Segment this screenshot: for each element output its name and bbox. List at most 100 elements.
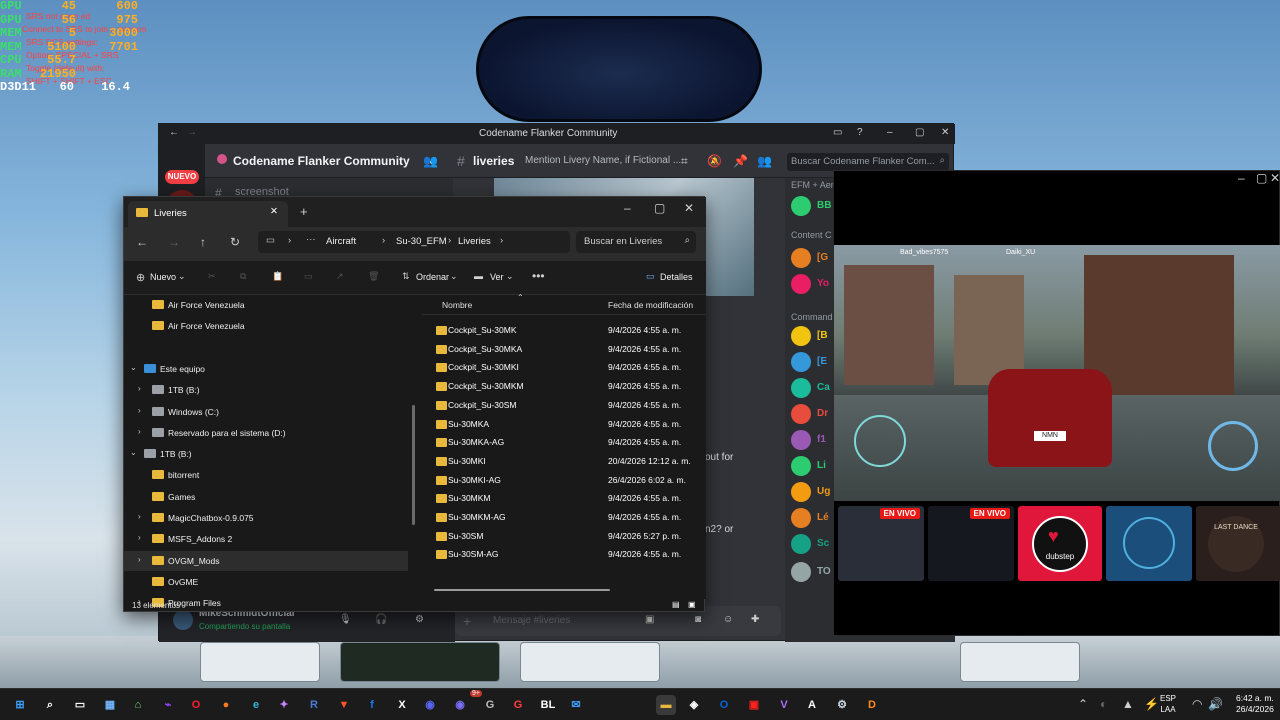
back-arrow-icon[interactable]: ← [136,235,148,249]
facebook-icon[interactable]: f [362,695,382,715]
search-input[interactable]: Buscar Codename Flanker Com... ⌕ [787,153,949,171]
bl-icon[interactable]: BL [538,695,558,715]
chevron-right-icon[interactable]: › [138,427,141,436]
nav-item[interactable]: › Windows (C:) [124,402,408,422]
vs-icon[interactable]: V [774,695,794,715]
chevron-down-icon[interactable]: ⌄ [130,448,137,457]
nav-scrollbar[interactable] [412,405,415,525]
chevron-down-icon[interactable]: ⌄ [130,363,137,372]
tray-icon[interactable]: ▲ [1122,697,1134,711]
minimize-icon[interactable]: – [887,127,893,138]
close-icon[interactable]: ✕ [1270,171,1280,185]
file-row[interactable]: Su-30MKI-AG 26/4/2026 6:02 a. m. [422,471,706,490]
discord-ptb-icon[interactable]: ◉ [450,695,470,715]
chevron-right-icon[interactable]: › [138,512,141,521]
wifi-icon[interactable]: ◠ [1192,697,1202,711]
file-row[interactable]: Su-30SM 9/4/2026 5:27 p. m. [422,527,706,546]
minimize-icon[interactable]: – [1238,171,1245,185]
sort-button[interactable]: Ordenar [416,272,449,282]
search-input[interactable]: Buscar en Liveries ⌕ [576,231,696,253]
file-row[interactable]: Su-30MKA-AG 9/4/2026 4:55 a. m. [422,433,706,452]
discord-icon[interactable]: ◉ [420,695,440,715]
stream-thumbnail-dubstep[interactable]: dubstep ♥ [1018,506,1102,581]
gx-icon[interactable]: G [508,695,528,715]
address-bar[interactable]: ▭ › ··· Aircraft › Su-30_EFM › Liveries … [258,231,570,253]
g-icon[interactable]: G [480,695,500,715]
maximize-icon[interactable]: ▢ [915,127,924,138]
opera-icon[interactable]: O [186,695,206,715]
nav-item[interactable]: Games [124,487,408,507]
member-list-icon[interactable]: 👥 [757,154,772,168]
clock[interactable]: 6:42 a. m. 26/4/2026 [1236,693,1274,715]
chevron-right-icon[interactable]: › [138,533,141,542]
breadcrumb-su30[interactable]: Su-30_EFM [396,236,447,247]
nav-item[interactable]: bitorrent [124,465,408,485]
copy-icon[interactable]: ⧉ [240,271,246,282]
apps-icon[interactable]: ✚ [751,614,759,625]
gift-icon[interactable]: ▣ [645,614,654,625]
horizontal-scrollbar[interactable] [434,589,610,591]
widgets-icon[interactable]: ▦ [100,695,120,715]
racing-game-video[interactable]: NMN Bad_vibes7575 Daiki_XU [834,245,1280,501]
details-button[interactable]: Detalles [660,272,693,282]
forward-arrow-icon[interactable]: → [187,127,197,138]
close-icon[interactable]: ✕ [941,127,949,138]
tray-icon[interactable]: ⚡ [1144,697,1159,711]
share-icon[interactable]: ↗ [336,271,344,282]
nav-item[interactable]: ⌄ Este equipo [124,359,408,379]
breadcrumb-liveries[interactable]: Liveries [458,236,491,247]
stream-thumbnail-2[interactable]: EN VIVO [928,506,1014,581]
rename-icon[interactable]: ▭ [304,271,313,282]
file-row[interactable]: Su-30MKA 9/4/2026 4:55 a. m. [422,415,706,434]
dcs-icon[interactable]: D [862,695,882,715]
view-button[interactable]: Ver [490,272,504,282]
details-view-icon[interactable]: ▤ [672,600,680,609]
outlook-icon[interactable]: O [714,695,734,715]
maximize-icon[interactable]: ▢ [1256,171,1267,185]
a-icon[interactable]: A [802,695,822,715]
tiles-view-icon[interactable]: ▣ [688,600,696,609]
nav-item[interactable]: › Reservado para el sistema (D:) [124,423,408,443]
column-header-date[interactable]: Fecha de modificación [608,300,693,310]
cut-icon[interactable]: ✂ [208,271,216,282]
file-row[interactable]: Su-30SM-AG 9/4/2026 4:55 a. m. [422,545,706,564]
paste-icon[interactable]: 📋 [272,271,283,282]
back-arrow-icon[interactable]: ← [169,127,179,138]
new-button[interactable]: Nuevo [150,272,176,282]
members-icon[interactable]: 👥 [409,144,453,178]
brave-icon[interactable]: ▼ [334,695,354,715]
maximize-icon[interactable]: ▢ [654,201,665,215]
headphones-icon[interactable]: 🎧 [375,614,387,625]
forward-arrow-icon[interactable]: → [168,235,180,249]
up-arrow-icon[interactable]: ↑ [200,235,206,249]
close-icon[interactable]: ✕ [684,201,694,215]
start-icon[interactable]: ⊞ [10,695,30,715]
stream-thumbnail-4[interactable] [1106,506,1192,581]
column-header-name[interactable]: Nombre [442,300,472,310]
microphone-icon[interactable]: 🎙 [339,614,352,625]
mission-icon[interactable]: ▣ [744,695,764,715]
emoji-icon[interactable]: ☺ [723,614,733,625]
file-explorer-window[interactable]: Liveries ✕ + – ▢ ✕ ← → ↑ ↻ ▭ › ··· Aircr… [123,196,706,612]
file-row[interactable]: Cockpit_Su-30MKA 9/4/2026 4:55 a. m. [422,340,706,359]
nav-item[interactable]: › MagicChatbox-0.9.075 [124,508,408,528]
store-icon[interactable]: ◈ [684,695,704,715]
volume-icon[interactable]: 🔊 [1208,697,1223,711]
help-icon[interactable]: ? [857,127,863,138]
refresh-icon[interactable]: ↻ [230,235,240,249]
copilot-icon[interactable]: ✦ [274,695,294,715]
task-view-icon[interactable]: ▭ [70,695,90,715]
delete-icon[interactable]: 🗑 [368,271,379,282]
stream-thumbnail-last-dance[interactable]: LAST DANCE [1196,506,1280,581]
file-row[interactable]: Cockpit_Su-30SM 9/4/2026 4:55 a. m. [422,396,706,415]
breadcrumb-aircraft[interactable]: Aircraft [326,236,356,247]
new-tab-icon[interactable]: + [300,204,308,219]
file-row[interactable]: Cockpit_Su-30MKM 9/4/2026 4:55 a. m. [422,377,706,396]
chevron-right-icon[interactable]: › [138,406,141,415]
app-icon[interactable]: ⌂ [128,695,148,715]
chevron-up-icon[interactable]: ⌃ [1078,697,1088,711]
file-row[interactable]: Cockpit_Su-30MKI 9/4/2026 4:55 a. m. [422,358,706,377]
nav-item[interactable]: ⌄ 1TB (B:) [124,444,408,464]
chevron-right-icon[interactable]: › [138,384,141,393]
steam-icon[interactable]: ⚙ [832,695,852,715]
